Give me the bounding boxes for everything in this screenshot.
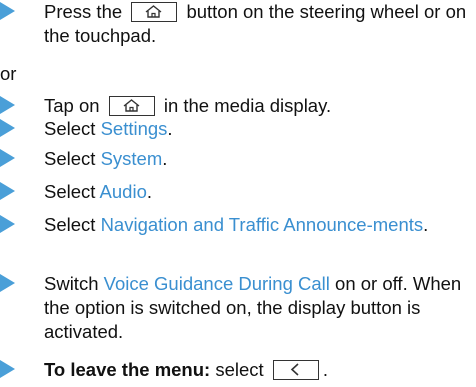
step-suffix: . <box>423 214 429 235</box>
settings-link[interactable]: Settings <box>101 118 168 139</box>
step-prefix: Select <box>44 118 96 139</box>
step-prefix: Select <box>44 181 96 202</box>
step-suffix: . <box>167 118 173 139</box>
voice-guidance-link[interactable]: Voice Guidance During Call <box>104 273 330 294</box>
system-link[interactable]: System <box>101 148 163 169</box>
home-icon <box>108 96 155 116</box>
alternative-separator: or <box>0 63 17 84</box>
step-arrow-icon <box>0 119 15 137</box>
step-suffix: . <box>146 181 153 202</box>
step-bold-label: To leave the menu: <box>44 359 211 380</box>
step-prefix: Select <box>44 214 96 235</box>
step-text: Select System. <box>44 147 474 171</box>
step-arrow-icon <box>0 182 15 200</box>
step-text: Select Settings. <box>44 117 474 141</box>
step-text: Press the button on the steering wheel o… <box>44 0 474 48</box>
step-text: Switch Voice Guidance During Call on or … <box>44 272 474 344</box>
step-arrow-icon <box>0 96 15 114</box>
step-prefix: Press the <box>44 1 123 22</box>
step-suffix: . <box>322 359 328 380</box>
step-prefix: Select <box>44 148 96 169</box>
step-suffix: in the media display. <box>163 95 332 116</box>
step-text: Select Navigation and Traffic Announce-m… <box>44 213 464 237</box>
step-text: Tap on in the media display. <box>44 94 474 118</box>
step-text: Select Audio. <box>44 180 474 204</box>
audio-link[interactable]: Audio <box>100 181 147 202</box>
step-prefix: select <box>215 359 264 380</box>
step-arrow-icon <box>0 274 15 292</box>
step-arrow-icon <box>0 149 15 167</box>
step-arrow-icon <box>0 360 15 378</box>
step-suffix: . <box>162 148 168 169</box>
instruction-page: Press the button on the steering wheel o… <box>0 0 476 387</box>
step-prefix: Switch <box>44 273 99 294</box>
step-arrow-icon <box>0 2 15 20</box>
home-icon <box>131 2 178 22</box>
step-arrow-icon <box>0 215 15 233</box>
step-prefix: Tap on <box>44 95 100 116</box>
step-text: To leave the menu: select . <box>44 358 474 382</box>
back-chevron-icon <box>272 360 319 380</box>
navigation-traffic-link[interactable]: Navigation and Traffic Announce-ments <box>101 214 424 235</box>
